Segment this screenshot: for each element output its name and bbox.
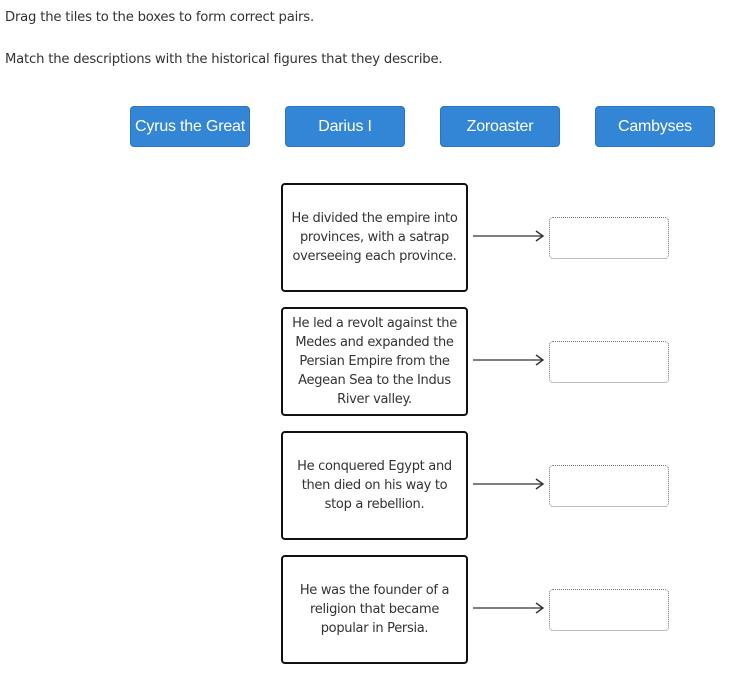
instruction-drag: Drag the tiles to the boxes to form corr… bbox=[5, 10, 314, 25]
arrow-right-icon bbox=[473, 602, 545, 614]
drop-target[interactable] bbox=[549, 589, 669, 631]
description-box: He divided the empire into provinces, wi… bbox=[281, 183, 468, 292]
tile-zoroaster[interactable]: Zoroaster bbox=[440, 106, 560, 147]
description-text: He divided the empire into provinces, wi… bbox=[291, 211, 458, 264]
description-text: He conquered Egypt and then died on his … bbox=[297, 459, 452, 512]
description-box: He was the founder of a religion that be… bbox=[281, 555, 468, 664]
description-box: He conquered Egypt and then died on his … bbox=[281, 431, 468, 540]
arrow-right-icon bbox=[473, 478, 545, 490]
drop-target[interactable] bbox=[549, 465, 669, 507]
description-box: He led a revolt against the Medes and ex… bbox=[281, 307, 468, 416]
drop-target[interactable] bbox=[549, 341, 669, 383]
tile-darius-i[interactable]: Darius I bbox=[285, 106, 405, 147]
description-text: He was the founder of a religion that be… bbox=[299, 583, 450, 636]
arrow-right-icon bbox=[473, 354, 545, 366]
drop-target[interactable] bbox=[549, 217, 669, 259]
tile-cambyses[interactable]: Cambyses bbox=[595, 106, 715, 147]
arrow-right-icon bbox=[473, 230, 545, 242]
instruction-match: Match the descriptions with the historic… bbox=[5, 52, 443, 67]
tile-cyrus-the-great[interactable]: Cyrus the Great bbox=[130, 106, 250, 147]
description-text: He led a revolt against the Medes and ex… bbox=[292, 316, 457, 407]
